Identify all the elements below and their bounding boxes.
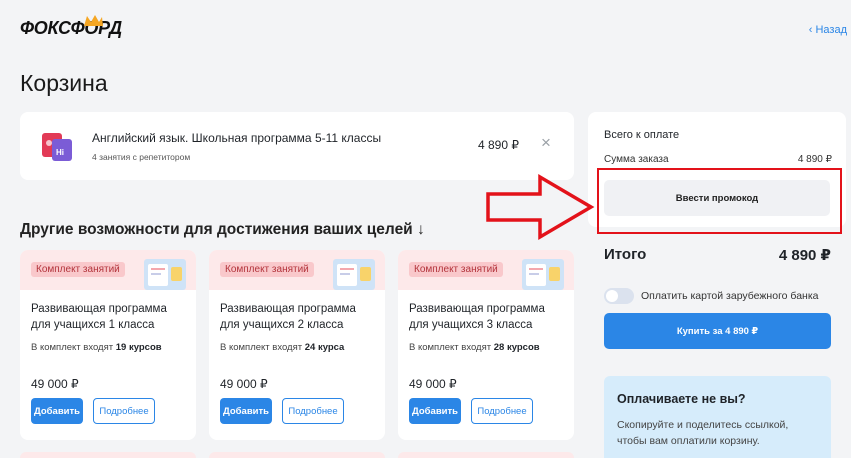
annotation-highlight [597,168,842,234]
foxford-logo[interactable]: ФОКСФОРД [20,15,122,39]
card-badge: Комплект занятий [31,262,125,277]
card-title: Развивающая программа для учащихся 3 кла… [409,301,569,333]
card-count-prefix: В комплект входят [31,342,114,353]
card-count-value: 24 курса [304,342,345,353]
logo-text: ФОКСФОРД [20,18,122,38]
card-title-line: Развивающая программа [31,303,167,315]
order-sum-label: Сумма заказа [604,154,669,165]
cart-item-name: Английский язык. Школьная программа 5-11… [92,131,382,145]
cart-item-price: 4 890 ₽ [478,138,519,152]
card-title-line: для учащихся 2 класса [220,319,344,331]
card-course-count: В комплект входят 28 курсов [409,342,540,353]
card-course-count: В комплект входят 19 курсов [31,342,162,353]
svg-text:Hi: Hi [56,148,64,157]
card-title-line: Развивающая программа [409,303,545,315]
product-card: Комплект занятий Развивающая программа д… [209,250,385,440]
card-title: Развивающая программа для учащихся 1 кла… [31,301,191,333]
section-title: Другие возможности для достижения ваших … [20,221,425,238]
card-illustration-icon [333,259,375,290]
cart-item: Hi Английский язык. Школьная программа 5… [20,112,574,180]
card-title-line: Развивающая программа [220,303,356,315]
foreign-card-label: Оплатить картой зарубежного банка [641,290,819,302]
page-title: Корзина [20,70,108,96]
card-title-line: для учащихся 3 класса [409,319,533,331]
details-button[interactable]: Подробнее [282,398,344,424]
card-count-value: 28 курсов [493,342,540,353]
card-course-count: В комплект входят 24 курса [220,342,344,353]
foreign-card-toggle[interactable] [604,288,634,304]
cart-item-subtitle: 4 занятия с репетитором [92,152,191,162]
card-price: 49 000 ₽ [409,377,457,391]
next-card-edge [209,452,385,458]
course-thumbnail-icon: Hi [42,133,72,161]
product-card: Комплект занятий Развивающая программа д… [398,250,574,440]
card-illustration-icon [522,259,564,290]
card-illustration-icon [144,259,186,290]
card-count-value: 19 курсов [115,342,162,353]
add-button[interactable]: Добавить [31,398,83,424]
other-payer-title: Оплачиваете не вы? [617,392,746,406]
summary-title: Всего к оплате [604,129,680,141]
next-card-edge [398,452,574,458]
annotation-arrow-icon [486,173,595,241]
card-price: 49 000 ₽ [220,377,268,391]
product-card: Комплект занятий Развивающая программа д… [20,250,196,440]
next-card-edge [20,452,196,458]
add-button[interactable]: Добавить [220,398,272,424]
buy-button[interactable]: Купить за 4 890 ₽ [604,313,831,349]
add-button[interactable]: Добавить [409,398,461,424]
card-header: Комплект занятий [398,250,574,290]
details-button[interactable]: Подробнее [93,398,155,424]
card-count-prefix: В комплект входят [409,342,492,353]
card-count-prefix: В комплект входят [220,342,303,353]
card-title-line: для учащихся 1 класса [31,319,155,331]
total-value: 4 890 ₽ [778,247,831,264]
fox-ears-icon [84,15,103,26]
details-button[interactable]: Подробнее [471,398,533,424]
back-link[interactable]: ‹ Назад [809,24,847,36]
card-badge: Комплект занятий [220,262,314,277]
back-link-label: Назад [815,24,847,36]
other-payer-panel: Оплачиваете не вы? Скопируйте и поделите… [604,376,831,458]
card-price: 49 000 ₽ [31,377,79,391]
card-title: Развивающая программа для учащихся 2 кла… [220,301,380,333]
total-label: Итого [604,246,647,263]
card-badge: Комплект занятий [409,262,503,277]
order-sum-value: 4 890 ₽ [797,154,832,165]
toggle-knob [606,290,618,302]
close-icon[interactable]: × [538,134,554,152]
card-header: Комплект занятий [20,250,196,290]
other-payer-text: Скопируйте и поделитесь ссылкой, чтобы в… [617,419,789,447]
card-header: Комплект занятий [209,250,385,290]
chevron-left-icon: ‹ [808,24,813,36]
